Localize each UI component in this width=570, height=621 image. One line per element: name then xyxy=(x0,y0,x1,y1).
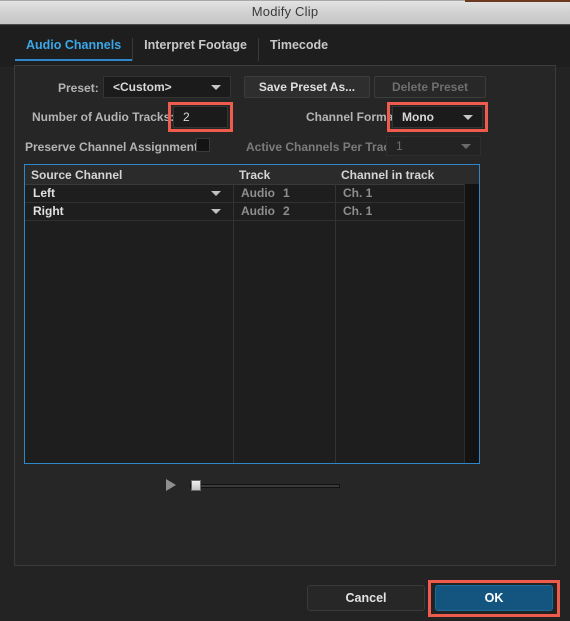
playback-slider-track[interactable] xyxy=(190,484,340,488)
tab-interpret-footage[interactable]: Interpret Footage xyxy=(133,38,259,61)
number-of-audio-tracks-label: Number of Audio Tracks: xyxy=(32,110,175,124)
preset-dropdown-value: <Custom> xyxy=(113,80,172,94)
chevron-down-icon[interactable] xyxy=(211,191,221,196)
tab-list: Audio Channels Interpret Footage Timecod… xyxy=(15,38,339,61)
channel-mapping-table[interactable]: Source Channel Track Channel in track Le… xyxy=(24,164,480,464)
chevron-down-icon xyxy=(461,144,471,149)
cell-channel-in-track: Ch. 1 xyxy=(343,204,373,218)
window-title: Modify Clip xyxy=(251,4,319,19)
chevron-down-icon xyxy=(463,115,473,120)
active-channels-per-track-label: Active Channels Per Track: xyxy=(246,140,401,154)
table-row[interactable]: Right Audio 2 Ch. 1 xyxy=(25,202,479,221)
number-of-audio-tracks-value: 2 xyxy=(183,110,190,124)
cancel-button[interactable]: Cancel xyxy=(307,585,425,611)
play-icon[interactable] xyxy=(166,479,176,491)
cell-source-channel[interactable]: Right xyxy=(33,204,64,218)
cell-channel-in-track: Ch. 1 xyxy=(343,186,373,200)
number-of-audio-tracks-input[interactable]: 2 xyxy=(173,106,228,128)
column-divider xyxy=(233,184,234,463)
channel-format-value: Mono xyxy=(402,110,434,124)
preserve-channel-assignments-checkbox[interactable] xyxy=(196,138,210,152)
cell-track-number: 1 xyxy=(283,186,290,200)
active-channels-per-track-value: 1 xyxy=(396,139,403,153)
cell-track: Audio 1 xyxy=(241,186,290,200)
column-header-track: Track xyxy=(239,168,271,182)
channel-format-dropdown[interactable]: Mono xyxy=(392,106,483,128)
channel-format-label: Channel Format: xyxy=(306,110,402,124)
chevron-down-icon xyxy=(211,85,221,90)
save-preset-button[interactable]: Save Preset As... xyxy=(244,76,370,98)
column-header-channel-in-track: Channel in track xyxy=(341,168,435,182)
tab-audio-channels[interactable]: Audio Channels xyxy=(15,38,134,61)
window-titlebar[interactable]: Modify Clip xyxy=(0,0,570,25)
column-header-source-channel: Source Channel xyxy=(31,168,123,182)
delete-preset-button: Delete Preset xyxy=(374,76,486,98)
active-channels-per-track-dropdown: 1 xyxy=(386,136,481,156)
preset-label: Preset: xyxy=(58,81,99,95)
chevron-down-icon[interactable] xyxy=(211,209,221,214)
cell-track-number: 2 xyxy=(283,204,290,218)
preserve-channel-assignments-label: Preserve Channel Assignments xyxy=(25,140,205,154)
cell-track-text: Audio xyxy=(241,204,275,218)
cell-track: Audio 2 xyxy=(241,204,290,218)
column-divider xyxy=(335,184,336,463)
table-vertical-scrollbar[interactable] xyxy=(464,184,479,463)
playback-slider-thumb[interactable] xyxy=(191,480,201,491)
ok-button[interactable]: OK xyxy=(435,585,553,611)
tab-bar: Audio Channels Interpret Footage Timecod… xyxy=(0,26,570,67)
titlebar-accent-sliver xyxy=(465,0,570,2)
table-row[interactable]: Left Audio 1 Ch. 1 xyxy=(25,184,479,203)
cell-source-channel[interactable]: Left xyxy=(33,186,55,200)
preset-dropdown[interactable]: <Custom> xyxy=(103,76,231,98)
cell-track-text: Audio xyxy=(241,186,275,200)
table-header-row: Source Channel Track Channel in track xyxy=(25,165,479,185)
tab-timecode[interactable]: Timecode xyxy=(259,38,339,61)
